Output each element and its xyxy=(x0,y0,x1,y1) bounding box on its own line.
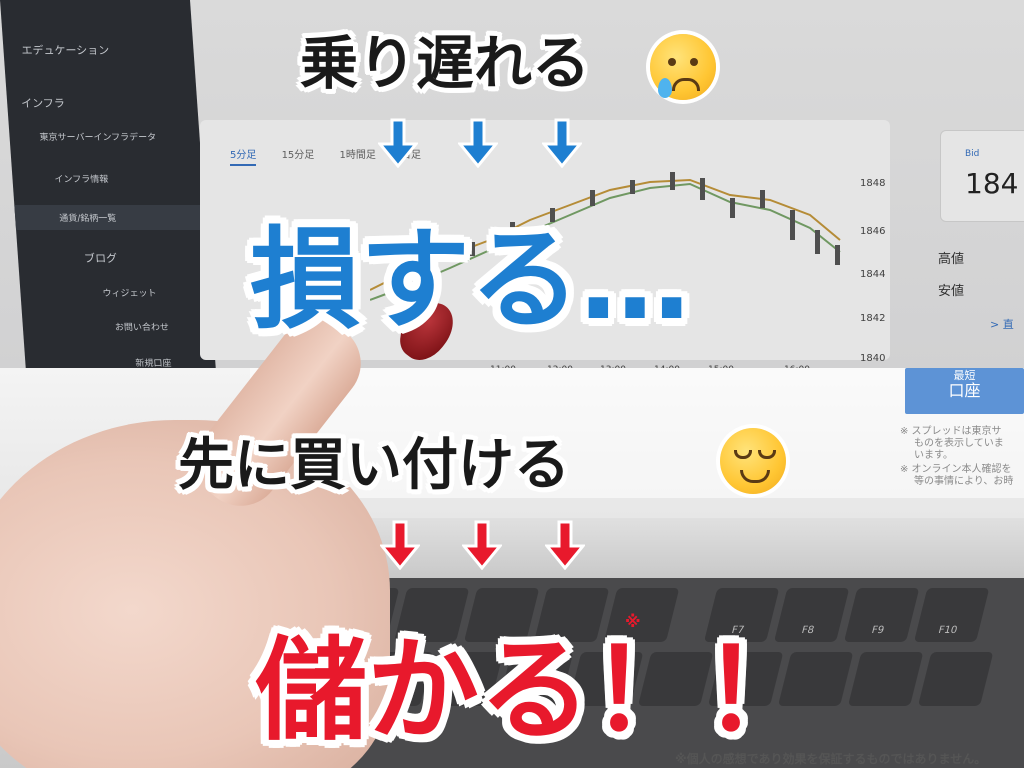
down-arrow-icon xyxy=(462,520,502,570)
key-label: F9 xyxy=(870,625,886,636)
overlay-line-lose: 損する… xyxy=(250,216,690,344)
key[interactable] xyxy=(917,652,994,706)
down-arrow-icon xyxy=(378,118,418,168)
smiling-face-icon xyxy=(720,428,786,494)
overlay-line-miss-out: 乗り遅れる xyxy=(300,29,591,97)
open-account-button[interactable]: 最短 口座 xyxy=(905,368,1024,414)
down-arrow-icon xyxy=(542,118,582,168)
photo-scene: エデュケーション インフラ 東京サーバーインフラデータ インフラ情報 通貨/銘柄… xyxy=(0,0,1024,768)
key-f9[interactable]: F9 xyxy=(843,588,920,642)
key-f10[interactable]: F10 xyxy=(913,588,990,642)
overlay-line-buy-first: 先に買い付ける xyxy=(178,433,570,498)
key[interactable] xyxy=(847,652,924,706)
key-label: F10 xyxy=(937,625,959,636)
cta-line2: 口座 xyxy=(948,381,981,401)
down-arrow-icon xyxy=(545,520,585,570)
footnote-marker: ※ xyxy=(625,612,641,631)
down-arrow-icon xyxy=(458,118,498,168)
crying-face-icon xyxy=(650,34,716,100)
note-line: います。 xyxy=(914,450,953,461)
note-line: 等の事情により、お時 xyxy=(914,476,1014,487)
overlay-line-profit: 儲かる！！ xyxy=(255,626,815,756)
down-arrow-icon xyxy=(380,520,420,570)
disclaimer: ※個人の感想であり効果を保証するものではありません。 xyxy=(675,752,987,766)
